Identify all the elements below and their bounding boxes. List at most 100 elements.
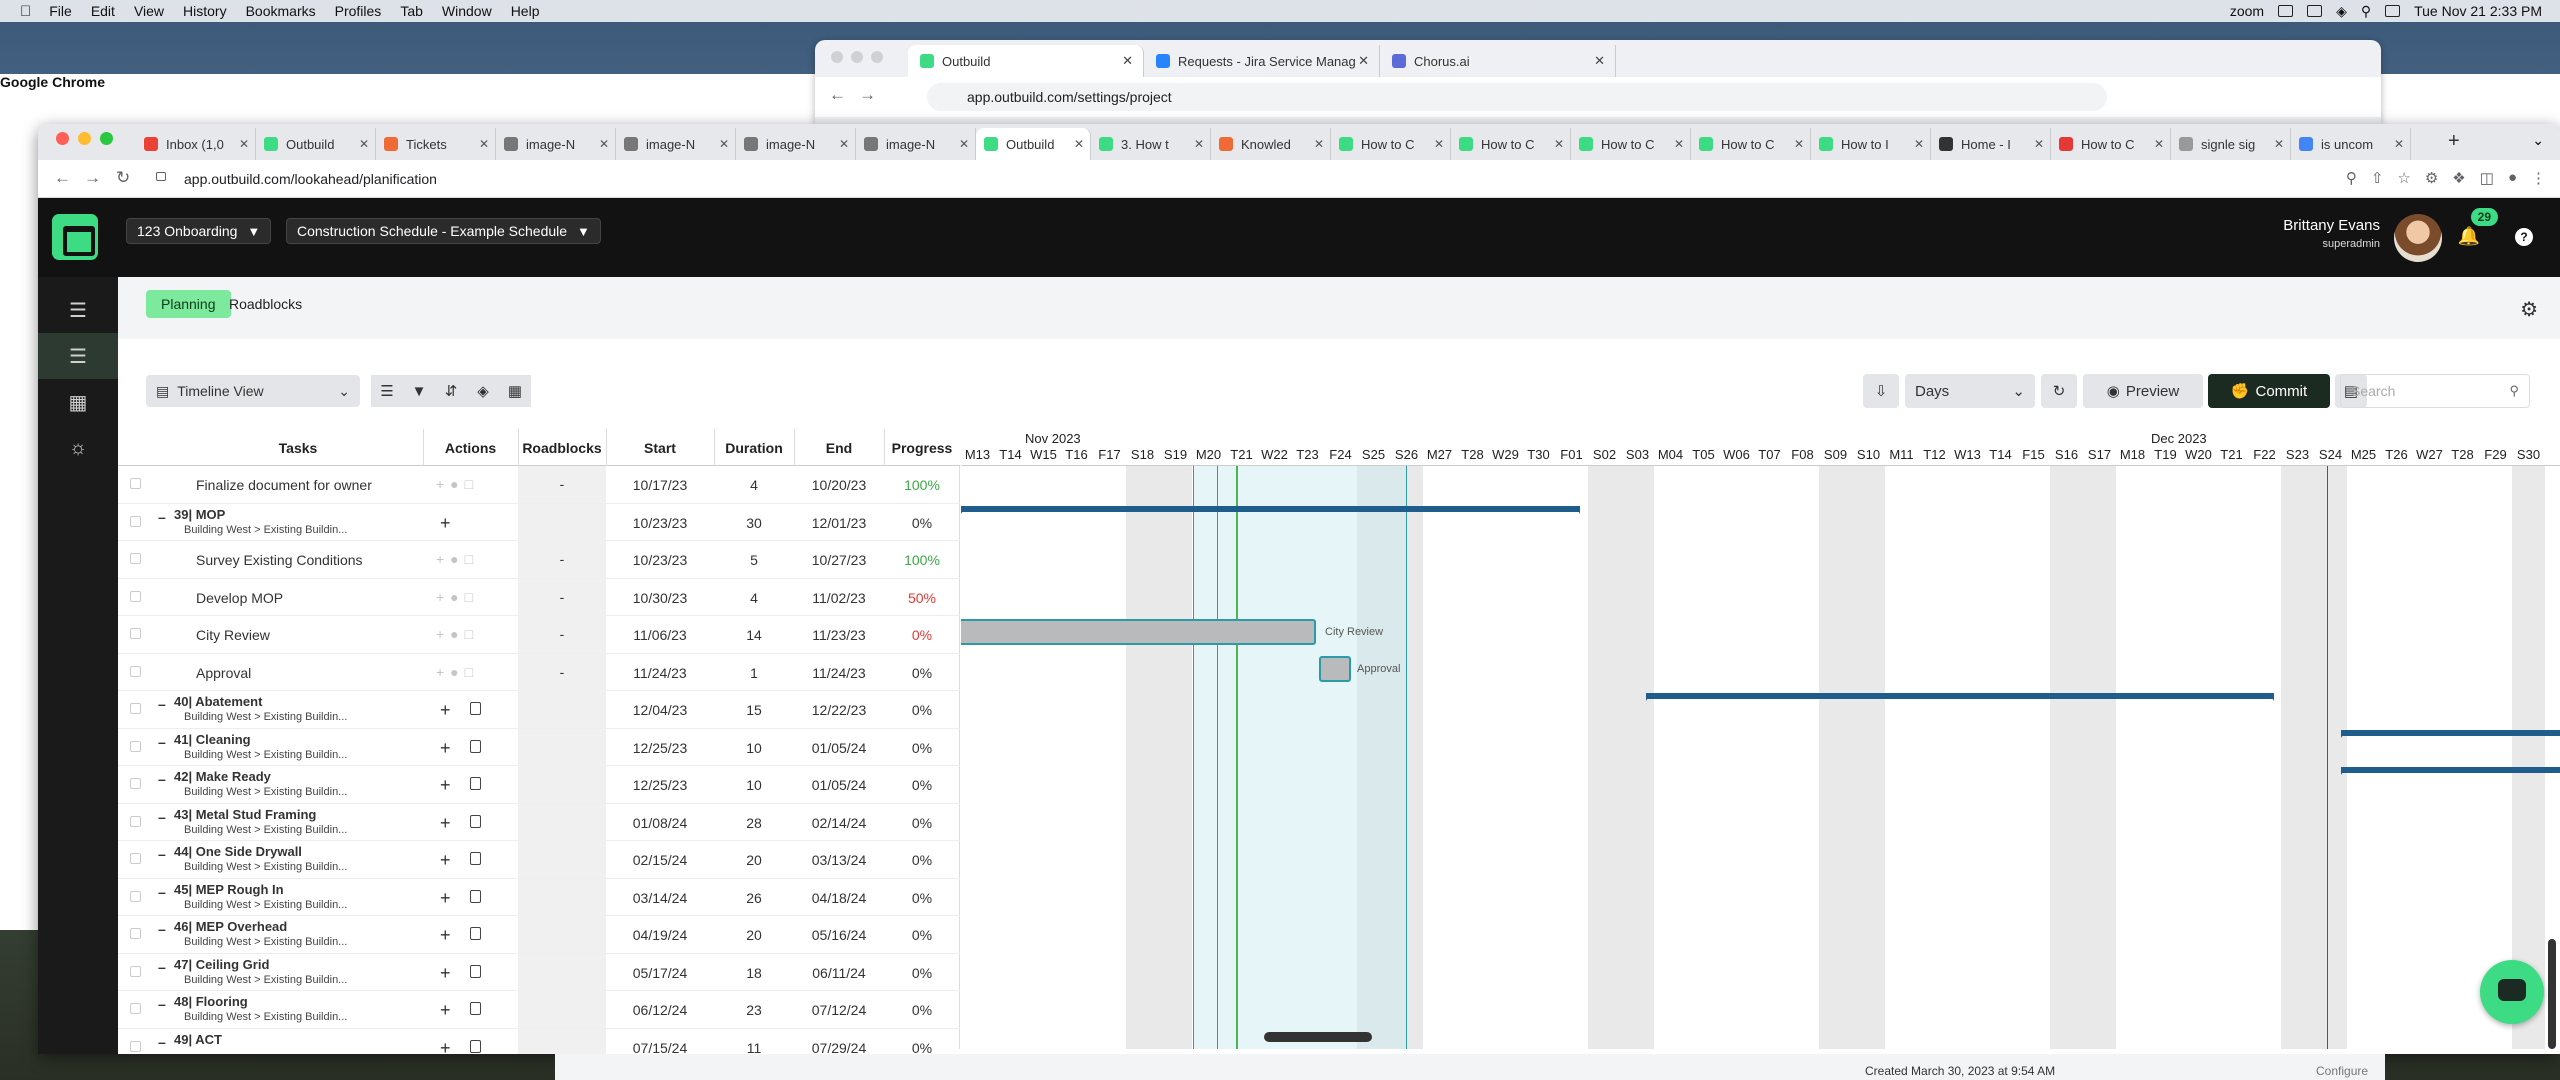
help-icon[interactable]: ? <box>2515 228 2533 246</box>
browser-tab[interactable]: How to I ✕ <box>1811 128 1931 160</box>
duration-cell[interactable]: 26 <box>714 890 794 906</box>
task-name[interactable]: 40| Abatement <box>174 694 262 709</box>
close-icon[interactable]: ✕ <box>2389 137 2404 151</box>
end-cell[interactable]: 07/29/24 <box>794 1040 884 1055</box>
copy-icon[interactable] <box>470 702 481 715</box>
roadblocks-cell[interactable] <box>518 878 606 916</box>
close-icon[interactable]: ✕ <box>1429 137 1444 151</box>
duration-cell[interactable]: 4 <box>714 477 794 493</box>
browser-tab[interactable]: signle sig ✕ <box>2171 128 2291 160</box>
table-row[interactable]: –43| Metal Stud Framing Building West > E… <box>118 803 960 841</box>
start-cell[interactable]: 10/23/23 <box>606 515 714 531</box>
menu-profiles[interactable]: Profiles <box>335 3 382 19</box>
end-cell[interactable]: 12/01/23 <box>794 515 884 531</box>
copy-icon[interactable] <box>470 852 481 865</box>
browser-tab[interactable]: image-N ✕ <box>856 128 976 160</box>
table-row[interactable]: Survey Existing Conditions +●□ -10/23/23 5 1… <box>118 541 960 579</box>
row-checkbox[interactable] <box>130 778 141 789</box>
gantt-bar-42[interactable] <box>2341 767 2560 775</box>
filter-icon[interactable]: ▼ <box>403 375 435 407</box>
browser-tab[interactable]: Requests - Jira Service Manag ✕ <box>1144 45 1380 77</box>
add-icon[interactable]: + <box>440 925 451 946</box>
roadblocks-cell[interactable]: - <box>518 653 606 691</box>
commit-button[interactable]: ✊ Commit <box>2208 374 2330 408</box>
duration-cell[interactable]: 15 <box>714 702 794 718</box>
table-row[interactable]: City Review +●□ -11/06/23 14 11/23/23 0% <box>118 616 960 654</box>
close-icon[interactable]: ✕ <box>594 137 609 151</box>
roadblocks-cell[interactable] <box>518 1028 606 1054</box>
browser-tab[interactable]: Inbox (1,0 ✕ <box>136 128 256 160</box>
roadblocks-cell[interactable] <box>518 916 606 953</box>
forward-icon[interactable]: → <box>859 85 876 105</box>
start-cell[interactable]: 11/24/23 <box>606 665 714 681</box>
task-name[interactable]: Finalize document for owner <box>196 477 372 493</box>
close-icon[interactable]: ✕ <box>474 137 489 151</box>
back-icon[interactable]: ← <box>54 168 71 188</box>
browser-tab[interactable]: How to C ✕ <box>1331 128 1451 160</box>
collapse-icon[interactable]: – <box>158 996 166 1012</box>
close-icon[interactable] <box>831 51 843 63</box>
browser-tab[interactable]: Outbuild ✕ <box>256 128 376 160</box>
close-icon[interactable]: ✕ <box>954 137 969 151</box>
close-icon[interactable]: ✕ <box>354 137 369 151</box>
browser-tab[interactable]: image-N ✕ <box>736 128 856 160</box>
address-bar[interactable]: app.outbuild.com/lookahead/planification <box>148 165 2288 193</box>
copy-icon[interactable] <box>470 739 481 753</box>
task-name[interactable]: Develop MOP <box>196 590 283 606</box>
row-checkbox[interactable] <box>130 1040 141 1052</box>
browser-tab[interactable]: Tickets ✕ <box>376 128 496 160</box>
task-actions-icon[interactable]: +●□ <box>436 589 479 605</box>
duration-cell[interactable]: 28 <box>714 815 794 831</box>
progress-cell[interactable]: 100% <box>884 477 960 493</box>
browser-tab[interactable]: Outbuild ✕ <box>976 128 1091 160</box>
table-row[interactable]: Finalize document for owner +●□ -10/17/23 4… <box>118 466 960 504</box>
collapse-icon[interactable]: – <box>158 884 166 900</box>
collapse-icon[interactable]: – <box>158 509 166 525</box>
start-cell[interactable]: 05/17/24 <box>606 965 714 981</box>
extension-icon[interactable]: ⚙ <box>2425 169 2438 187</box>
collapse-icon[interactable]: – <box>158 1034 166 1050</box>
group-icon[interactable]: ▦ <box>499 375 531 407</box>
scale-selector[interactable]: Days ⌄ <box>1905 374 2035 408</box>
tab-roadblocks[interactable]: Roadblocks <box>214 290 317 318</box>
add-icon[interactable]: + <box>440 963 451 984</box>
progress-cell[interactable]: 0% <box>884 740 960 756</box>
duration-cell[interactable]: 18 <box>714 965 794 981</box>
browser-tab[interactable]: How to C ✕ <box>1691 128 1811 160</box>
start-cell[interactable]: 10/30/23 <box>606 590 714 606</box>
progress-cell[interactable]: 0% <box>884 815 960 831</box>
more-icon[interactable]: ⋮ <box>2531 169 2546 187</box>
browser-tab[interactable]: Outbuild ✕ <box>908 45 1144 77</box>
end-cell[interactable]: 06/11/24 <box>794 965 884 981</box>
add-icon[interactable]: + <box>440 888 451 909</box>
task-name[interactable]: 41| Cleaning <box>174 732 251 747</box>
close-icon[interactable]: ✕ <box>2269 137 2284 151</box>
datetime[interactable]: Tue Nov 21 2:33 PM <box>2414 3 2542 19</box>
task-name[interactable]: 45| MEP Rough In <box>174 882 284 897</box>
progress-cell[interactable]: 0% <box>884 890 960 906</box>
sidebar-item-lookahead[interactable]: ☰ <box>38 333 118 379</box>
close-icon[interactable]: ✕ <box>834 137 849 151</box>
profile-icon[interactable]: ● <box>2508 169 2517 187</box>
progress-cell[interactable]: 0% <box>884 702 960 718</box>
progress-cell[interactable]: 0% <box>884 777 960 793</box>
close-icon[interactable]: ✕ <box>1549 137 1564 151</box>
row-checkbox[interactable] <box>130 1003 141 1014</box>
col-duration[interactable]: Duration <box>714 440 794 456</box>
end-cell[interactable]: 12/22/23 <box>794 702 884 718</box>
add-icon[interactable]: + <box>440 775 451 796</box>
task-name[interactable]: 43| Metal Stud Framing <box>174 807 316 822</box>
close-icon[interactable]: ✕ <box>1909 137 1924 151</box>
wifi-icon[interactable]: ◈ <box>2336 3 2347 20</box>
copy-icon[interactable] <box>470 889 481 903</box>
chat-support-button[interactable] <box>2480 960 2544 1024</box>
roadblocks-cell[interactable] <box>518 953 606 991</box>
table-row[interactable]: Approval +●□ -11/24/23 1 11/24/23 0% <box>118 653 960 691</box>
horizontal-scrollbar[interactable] <box>1264 1032 1372 1042</box>
table-row[interactable]: –42| Make Ready Building West > Existing … <box>118 766 960 804</box>
col-progress[interactable]: Progress <box>884 440 960 456</box>
menu-tab[interactable]: Tab <box>400 3 423 19</box>
roadblocks-cell[interactable]: - <box>518 541 606 578</box>
collapse-icon[interactable]: – <box>158 921 166 937</box>
browser-tab[interactable]: How to C ✕ <box>2051 128 2171 160</box>
